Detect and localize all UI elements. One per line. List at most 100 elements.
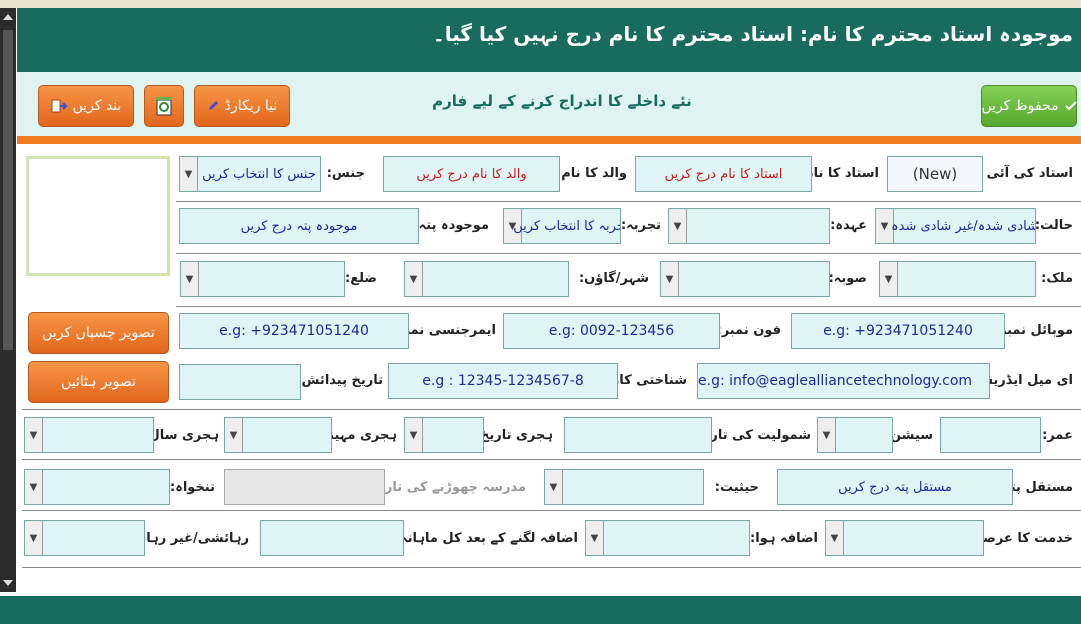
country-label: ملک: [1041, 271, 1073, 286]
designation-label: عہدہ: [830, 218, 867, 233]
chevron-down-icon[interactable]: ▼ [826, 521, 844, 555]
status-label: حالت: [1034, 218, 1073, 233]
session-select[interactable]: ▼ [817, 417, 893, 453]
chevron-down-icon[interactable]: ▼ [405, 262, 423, 296]
age-label: عمر: [1042, 428, 1073, 443]
cnic-input[interactable]: e.g : 12345-1234567-8 [388, 363, 618, 399]
row-divider [22, 459, 1081, 460]
chevron-down-icon[interactable]: ▼ [405, 418, 423, 452]
window-top-strip [0, 0, 1081, 8]
chevron-down-icon[interactable]: ▼ [25, 418, 43, 452]
position-label: حیثیت: [714, 480, 759, 495]
scroll-thumb[interactable] [3, 30, 13, 350]
chevron-down-icon[interactable]: ▼ [818, 418, 836, 452]
father-name-label: والد کا نام: [556, 166, 627, 181]
country-select[interactable]: ▼ [879, 261, 1036, 297]
phone-label: فون نمبر: [716, 323, 781, 338]
photo-frame[interactable] [26, 156, 170, 276]
teacher-id-field: (New) [887, 156, 983, 192]
row-divider [22, 510, 1081, 511]
hijri-date-value [425, 418, 481, 452]
mobile-label: موبائل نمبر: [993, 323, 1073, 338]
age-input[interactable] [940, 417, 1041, 453]
designation-select[interactable]: ▼ [668, 208, 830, 244]
service-duration-select[interactable]: ▼ [825, 520, 984, 556]
current-address-label: موجودہ پتہ: [413, 218, 489, 233]
position-select[interactable]: ▼ [544, 469, 704, 505]
province-value [681, 262, 827, 296]
hijri-year-select[interactable]: ▼ [24, 417, 154, 453]
leaving-date-input [224, 469, 385, 505]
close-button[interactable]: بند کریں [38, 85, 134, 127]
phone-input[interactable]: e.g: 0092-123456 [503, 313, 720, 349]
toolbar: بند کریں نیا ریکارڈ نئے داخلے کا اندراج … [17, 72, 1081, 136]
increment-select[interactable]: ▼ [585, 520, 750, 556]
emergency-input[interactable]: e.g: +923471051240 [179, 313, 409, 349]
recycle-button[interactable] [144, 85, 184, 127]
chevron-down-icon[interactable]: ▼ [225, 418, 243, 452]
service-duration-label: خدمت کا عرصہ: [970, 531, 1073, 546]
scroll-down-icon[interactable] [3, 580, 13, 586]
paste-photo-button[interactable]: تصویر چسپاں کریں [28, 312, 169, 354]
experience-label: تجربہ: [620, 218, 661, 233]
total-salary-input[interactable] [260, 520, 404, 556]
district-value [201, 262, 342, 296]
remove-photo-button[interactable]: تصویر ہٹائیں [28, 361, 169, 403]
new-record-label: نیا ریکارڈ [224, 98, 278, 114]
chevron-down-icon[interactable]: ▼ [25, 521, 43, 555]
father-name-input[interactable]: والد کا نام درج کریں [383, 156, 560, 192]
experience-select[interactable]: ▼ تجربہ کا انتخاب کریں [503, 208, 621, 244]
leaving-date-label: مدرسہ چھوڑنے کی تاریخ: [365, 480, 526, 495]
current-address-input[interactable]: موجودہ پتہ درج کریں [179, 208, 419, 244]
salary-select[interactable]: ▼ [24, 469, 170, 505]
designation-value [689, 209, 827, 243]
experience-value: تجربہ کا انتخاب کریں [513, 218, 621, 234]
hijri-month-select[interactable]: ▼ [224, 417, 332, 453]
permanent-address-input[interactable]: مستقل پتہ درج کریں [777, 469, 1013, 505]
city-select[interactable]: ▼ [404, 261, 569, 297]
district-select[interactable]: ▼ [180, 261, 345, 297]
chevron-down-icon[interactable]: ▼ [661, 262, 679, 296]
chevron-down-icon[interactable]: ▼ [545, 470, 563, 504]
form-title: نئے داخلے کا اندراج کرنے کے لیے فارم [432, 92, 692, 110]
mobile-input[interactable]: e.g: +923471051240 [791, 313, 1005, 349]
hijri-year-label: ہجری سال: [143, 428, 219, 443]
chevron-down-icon[interactable]: ▼ [25, 470, 43, 504]
joining-date-input[interactable] [564, 417, 712, 453]
dob-input[interactable] [179, 364, 301, 400]
row-divider [176, 201, 1081, 202]
bottom-bar [0, 596, 1081, 624]
vertical-scrollbar[interactable] [0, 8, 16, 592]
row-divider [22, 567, 1081, 568]
email-input[interactable]: e.g: info@eaglealliancetechnology.com [697, 363, 990, 399]
residence-select[interactable]: ▼ [24, 520, 145, 556]
country-value [900, 262, 1033, 296]
save-button-label: محفوظ کریں [981, 98, 1059, 114]
chevron-down-icon[interactable]: ▼ [586, 521, 604, 555]
city-value [425, 262, 566, 296]
hijri-date-select[interactable]: ▼ [404, 417, 484, 453]
gender-select[interactable]: ▼ جنس کا انتخاب کریں [179, 156, 321, 192]
save-button[interactable]: محفوظ کریں [981, 85, 1077, 127]
chevron-down-icon[interactable]: ▼ [180, 157, 198, 191]
hijri-date-label: ہجری تاریخ: [474, 428, 553, 443]
position-value [565, 470, 701, 504]
status-select[interactable]: ▼ شادی شدہ/غیر شادی شدہ [875, 208, 1036, 244]
service-duration-value [846, 521, 981, 555]
increment-label: اضافہ ہوا: [750, 531, 818, 546]
gender-value: جنس کا انتخاب کریں [202, 166, 316, 182]
orange-divider [17, 136, 1081, 144]
teacher-name-input[interactable]: استاد کا نام درج کریں [635, 156, 812, 192]
province-select[interactable]: ▼ [660, 261, 830, 297]
chevron-down-icon[interactable]: ▼ [669, 209, 687, 243]
new-record-button[interactable]: نیا ریکارڈ [194, 85, 290, 127]
residence-value [45, 521, 142, 555]
hijri-month-value [245, 418, 329, 452]
chevron-down-icon[interactable]: ▼ [181, 262, 199, 296]
row-divider [176, 253, 1081, 254]
city-label: شہر/گاؤں: [578, 271, 649, 286]
recycle-bin-icon [154, 95, 174, 117]
pencil-icon [207, 100, 219, 112]
scroll-up-icon[interactable] [3, 14, 13, 20]
chevron-down-icon[interactable]: ▼ [880, 262, 898, 296]
